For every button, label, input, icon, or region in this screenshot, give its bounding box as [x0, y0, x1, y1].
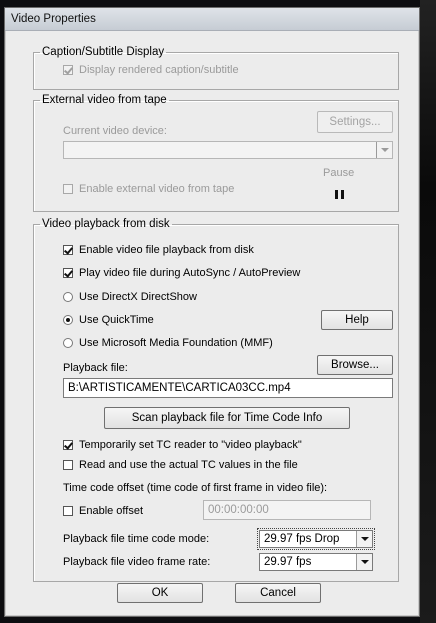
tc-mode-label: Playback file time code mode: — [63, 533, 210, 545]
current-device-select[interactable] — [63, 141, 393, 159]
playback-file-input[interactable]: B:\ARTISTICAMENTE\CARTICA03CC.mp4 — [63, 378, 393, 398]
radio-mmf-label: Use Microsoft Media Foundation (MMF) — [79, 337, 273, 349]
temp-tc-reader-label: Temporarily set TC reader to "video play… — [79, 439, 302, 451]
enable-external-checkbox[interactable] — [63, 184, 73, 194]
pause-label: Pause — [323, 167, 355, 179]
display-rendered-checkbox[interactable] — [63, 65, 73, 75]
frame-rate-value: 29.97 fps — [264, 556, 312, 568]
enable-offset-checkbox[interactable] — [63, 506, 73, 516]
frame-rate-select[interactable]: 29.97 fps — [259, 553, 373, 571]
ok-button[interactable]: OK — [117, 583, 203, 603]
radio-mmf[interactable] — [63, 338, 73, 348]
external-tape-legend: External video from tape — [42, 94, 167, 106]
pause-icon[interactable] — [335, 190, 344, 199]
radio-directshow[interactable] — [63, 292, 73, 302]
frame-rate-label: Playback file video frame rate: — [63, 556, 211, 568]
read-actual-tc-label: Read and use the actual TC values in the… — [79, 459, 298, 471]
temp-tc-reader-checkbox[interactable] — [63, 440, 73, 450]
help-button[interactable]: Help — [321, 310, 393, 330]
chevron-down-icon — [356, 531, 372, 547]
chevron-down-icon — [356, 554, 372, 570]
offset-input[interactable]: 00:00:00:00 — [203, 500, 371, 520]
read-actual-tc-checkbox[interactable] — [63, 460, 73, 470]
radio-quicktime[interactable] — [63, 315, 73, 325]
playback-file-label: Playback file: — [63, 362, 128, 374]
title-bar[interactable]: Video Properties — [5, 8, 419, 31]
radio-quicktime-label: Use QuickTime — [79, 314, 154, 326]
settings-button[interactable]: Settings... — [317, 111, 393, 133]
caption-subtitle-legend: Caption/Subtitle Display — [42, 46, 165, 58]
tc-offset-label: Time code offset (time code of first fra… — [63, 482, 328, 494]
disk-playback-legend: Video playback from disk — [42, 218, 170, 230]
chevron-down-icon — [376, 142, 392, 158]
window-title: Video Properties — [11, 13, 96, 25]
play-during-autosync-checkbox[interactable] — [63, 268, 73, 278]
enable-playback-checkbox[interactable] — [63, 245, 73, 255]
enable-external-label: Enable external video from tape — [79, 183, 235, 195]
enable-offset-label: Enable offset — [79, 505, 144, 517]
current-device-label: Current video device: — [63, 125, 167, 137]
play-during-autosync-label: Play video file during AutoSync / AutoPr… — [79, 267, 301, 279]
desktop-background — [420, 0, 436, 623]
tc-mode-select[interactable]: 29.97 fps Drop — [257, 528, 375, 550]
display-rendered-label: Display rendered caption/subtitle — [79, 64, 239, 76]
scan-playback-file-button[interactable]: Scan playback file for Time Code Info — [104, 407, 350, 429]
browse-button[interactable]: Browse... — [317, 355, 393, 375]
video-properties-dialog: Video Properties Caption/Subtitle Displa… — [4, 7, 420, 617]
radio-directshow-label: Use DirectX DirectShow — [79, 291, 197, 303]
cancel-button[interactable]: Cancel — [235, 583, 321, 603]
tc-mode-value: 29.97 fps Drop — [264, 533, 340, 545]
enable-playback-label: Enable video file playback from disk — [79, 244, 254, 256]
